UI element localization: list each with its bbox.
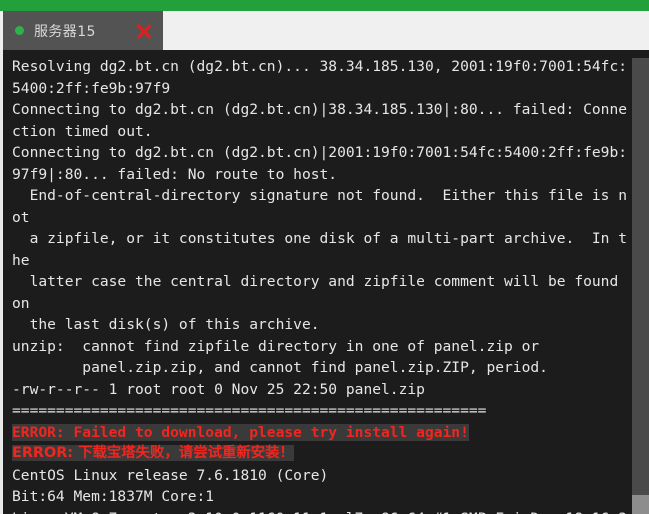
terminal-line: panel.zip.zip, and cannot find panel.zip… bbox=[12, 359, 548, 376]
connected-dot-icon bbox=[15, 26, 24, 35]
terminal-line: Connecting to dg2.bt.cn (dg2.bt.cn)|2001… bbox=[12, 144, 628, 161]
terminal-line: ERROR: 下载宝塔失败，请尝试重新安装！ bbox=[12, 443, 633, 465]
terminal-line: ERROR: Failed to download, please try in… bbox=[12, 422, 633, 444]
terminal-line: the last disk(s) of this archive. bbox=[12, 316, 320, 333]
terminal-line: 5400:2ff:fe9b:97f9 bbox=[12, 79, 171, 97]
terminal-line: 97f9|:80... failed: No route to host. bbox=[12, 165, 338, 183]
terminal-line-text: ERROR: 下载宝塔失败，请尝试重新安装！ bbox=[12, 445, 294, 461]
tab-label: 服务器15 bbox=[34, 23, 96, 40]
terminal-line: on bbox=[12, 294, 30, 312]
title-accent-bar bbox=[0, 0, 649, 11]
tab-strip: 服务器15 bbox=[0, 11, 649, 50]
terminal-line: Resolving dg2.bt.cn (dg2.bt.cn)... 38.34… bbox=[12, 58, 628, 75]
terminal-line: unzip: cannot find zipfile directory in … bbox=[12, 337, 540, 355]
close-icon[interactable] bbox=[133, 20, 155, 42]
terminal-line: latter case the central directory and zi… bbox=[12, 273, 619, 290]
terminal-line: a zipfile, or it constitutes one disk of… bbox=[12, 230, 628, 247]
terminal-line: he bbox=[12, 251, 30, 269]
scrollbar-thumb[interactable] bbox=[632, 58, 649, 495]
terminal-line: ot bbox=[12, 208, 30, 226]
terminal-line: Connecting to dg2.bt.cn (dg2.bt.cn)|38.3… bbox=[12, 101, 628, 118]
terminal-lines: Resolving dg2.bt.cn (dg2.bt.cn)... 38.34… bbox=[3, 56, 633, 514]
terminal-line: ========================================… bbox=[12, 402, 487, 419]
tab-server-15[interactable]: 服务器15 bbox=[3, 11, 163, 50]
terminal-line: -rw-r--r-- 1 root root 0 Nov 25 22:50 pa… bbox=[12, 380, 425, 398]
terminal-window: 服务器15 Resolving dg2.bt.cn (dg2.bt.cn)...… bbox=[0, 0, 649, 514]
terminal-line-text: ERROR: Failed to download, please try in… bbox=[12, 423, 469, 441]
terminal-output[interactable]: Resolving dg2.bt.cn (dg2.bt.cn)... 38.34… bbox=[3, 50, 649, 514]
terminal-line: End-of-central-directory signature not f… bbox=[12, 187, 628, 204]
terminal-line: Bit:64 Mem:1837M Core:1 bbox=[12, 488, 215, 505]
terminal-line: CentOS Linux release 7.6.1810 (Core) bbox=[12, 466, 329, 484]
terminal-line: Linux VM-8-7-centos 3.10.0-1160.11.1.el7… bbox=[12, 508, 633, 514]
scrollbar-bottom-area[interactable] bbox=[632, 495, 649, 514]
terminal-line: ction timed out. bbox=[12, 122, 153, 140]
vertical-scrollbar[interactable] bbox=[632, 50, 649, 514]
